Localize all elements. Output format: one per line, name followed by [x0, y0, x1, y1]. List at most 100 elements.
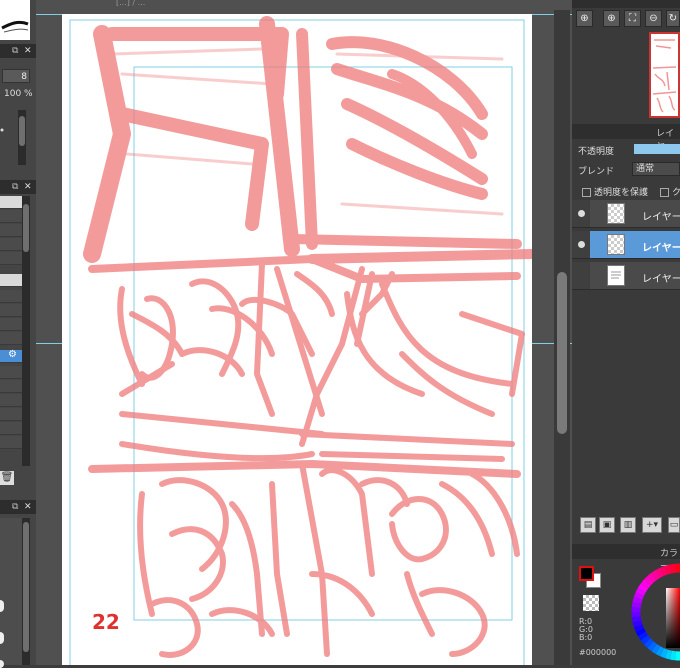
checkbox-icon[interactable] [660, 188, 669, 197]
sketch-stroke [112, 34, 282, 94]
brush-size-field[interactable]: 8 [2, 69, 30, 83]
hue-ring-segment[interactable] [662, 652, 666, 654]
close-icon[interactable]: ✕ [24, 181, 32, 193]
folder-icon[interactable]: ▭ [668, 517, 680, 533]
visibility-eye-icon[interactable] [578, 241, 585, 248]
hue-ring-segment[interactable] [654, 648, 658, 651]
tool-list-item[interactable] [0, 238, 22, 251]
tool-list-item[interactable] [0, 408, 22, 421]
new-text-layer-icon[interactable]: ▥ [620, 517, 636, 533]
hue-ring-segment[interactable] [662, 570, 666, 572]
hue-ring-segment[interactable] [647, 641, 650, 644]
guide-line [36, 14, 62, 15]
tool-list-item[interactable] [0, 380, 22, 393]
rough-sketch[interactable]: 22 [62, 14, 532, 665]
layer-row[interactable]: レイヤー1 [572, 200, 680, 228]
tool-list-item[interactable] [0, 252, 22, 265]
popout-icon[interactable]: ⧉ [12, 45, 18, 57]
tool-list-item[interactable] [0, 210, 22, 223]
tool-list-item[interactable] [0, 274, 22, 287]
color-wheel[interactable] [626, 562, 680, 665]
hue-ring-segment[interactable] [658, 650, 662, 652]
hue-ring-segment[interactable] [638, 626, 640, 630]
hue-ring-segment[interactable] [642, 586, 645, 590]
tool-list-item[interactable] [0, 304, 22, 317]
new-layer-icon[interactable]: ▤ [580, 517, 596, 533]
zoom-out-icon[interactable]: ⊖ [645, 10, 662, 27]
material-handle[interactable] [0, 632, 4, 644]
layer-row-active[interactable]: レイヤー3 [572, 231, 680, 259]
hue-ring-segment[interactable] [658, 572, 662, 574]
tool-panel-header: ⧉ ✕ [0, 180, 36, 194]
brush-panel-scrollbar[interactable] [18, 110, 26, 165]
trash-icon[interactable]: 🗑 [0, 471, 14, 485]
tool-list-item[interactable] [0, 318, 22, 331]
brush-preview[interactable] [0, 0, 30, 40]
tool-list-item[interactable] [0, 366, 22, 379]
checkbox-icon[interactable] [582, 188, 591, 197]
close-icon[interactable]: ✕ [24, 45, 32, 57]
tool-list-item[interactable] [0, 290, 22, 303]
layer-thumbnail [607, 203, 625, 224]
popout-icon[interactable]: ⧉ [12, 181, 18, 193]
popout-icon[interactable]: ⧉ [12, 501, 18, 513]
add-layer-menu-icon[interactable]: +▾ [642, 517, 662, 533]
hue-ring-segment[interactable] [637, 621, 638, 625]
hue-ring-segment[interactable] [651, 576, 655, 579]
visibility-eye-icon[interactable] [578, 210, 585, 217]
tool-list-item-selected[interactable]: ⚙ [0, 350, 22, 363]
material-scrollbar[interactable] [22, 518, 30, 665]
hue-ring-segment[interactable] [666, 654, 670, 655]
foreground-color-swatch[interactable] [579, 566, 594, 581]
hue-ring-segment[interactable] [651, 645, 655, 648]
protect-alpha-checkbox[interactable]: 透明度を保護 [582, 185, 648, 198]
sketch-stroke [122, 364, 172, 394]
hue-ring-segment[interactable] [640, 630, 642, 634]
transparent-color-swatch[interactable] [583, 595, 599, 611]
canvas-title: [...] / ... [116, 0, 145, 6]
hue-ring-segment[interactable] [644, 638, 647, 642]
material-handle[interactable] [0, 660, 4, 668]
tool-list-item[interactable] [0, 332, 22, 345]
close-icon[interactable]: ✕ [24, 501, 32, 513]
canvas-vertical-scrollbar[interactable] [554, 10, 570, 665]
tool-list-item[interactable] [0, 224, 22, 237]
layer-name: レイヤー2 [642, 270, 680, 285]
sketch-stroke [302, 434, 512, 444]
hue-ring-segment[interactable] [640, 590, 642, 594]
tool-list-item[interactable] [0, 422, 22, 435]
hue-ring-segment[interactable] [644, 583, 647, 587]
material-list[interactable] [0, 518, 22, 665]
tool-list-item[interactable] [0, 394, 22, 407]
rotate-icon[interactable]: ↻ [666, 10, 680, 27]
hue-ring-segment[interactable] [637, 598, 638, 602]
fit-to-window-icon[interactable]: ⛶ [624, 10, 641, 27]
page-number-note: 22 [92, 610, 120, 634]
hue-ring-segment[interactable] [647, 579, 650, 582]
hue-ring-segment[interactable] [671, 568, 676, 569]
clipping-checkbox[interactable]: クリ [660, 185, 680, 198]
tool-panel-scrollbar[interactable] [22, 196, 30, 466]
new-raster-layer-icon[interactable]: ▣ [599, 517, 615, 533]
layer-row[interactable]: レイヤー2 [572, 262, 680, 290]
manga-page[interactable]: 22 [62, 14, 532, 665]
material-handle[interactable] [0, 600, 4, 612]
sketch-stroke [162, 480, 226, 569]
navigator-preview[interactable] [649, 32, 680, 118]
zoom-in-icon[interactable]: ⊕ [576, 10, 593, 27]
hue-ring-segment[interactable] [638, 594, 640, 598]
opacity-slider[interactable] [634, 144, 680, 154]
hue-ring-segment[interactable] [642, 634, 645, 638]
blend-mode-select[interactable]: 通常 [632, 162, 680, 176]
hue-ring-segment[interactable] [636, 603, 637, 608]
hue-ring-segment[interactable] [671, 655, 676, 656]
hue-ring-segment[interactable] [654, 574, 658, 577]
hue-ring-segment[interactable] [666, 569, 670, 570]
canvas-area[interactable]: [...] / ... 22 [36, 0, 572, 665]
gear-icon[interactable]: ⚙ [8, 349, 17, 360]
hue-ring-segment[interactable] [636, 617, 637, 622]
tool-list-item[interactable] [0, 196, 22, 209]
sketch-stroke [122, 414, 322, 434]
zoom-in-alt-icon[interactable]: ⊕ [603, 10, 620, 27]
tool-list-item[interactable] [0, 436, 22, 449]
